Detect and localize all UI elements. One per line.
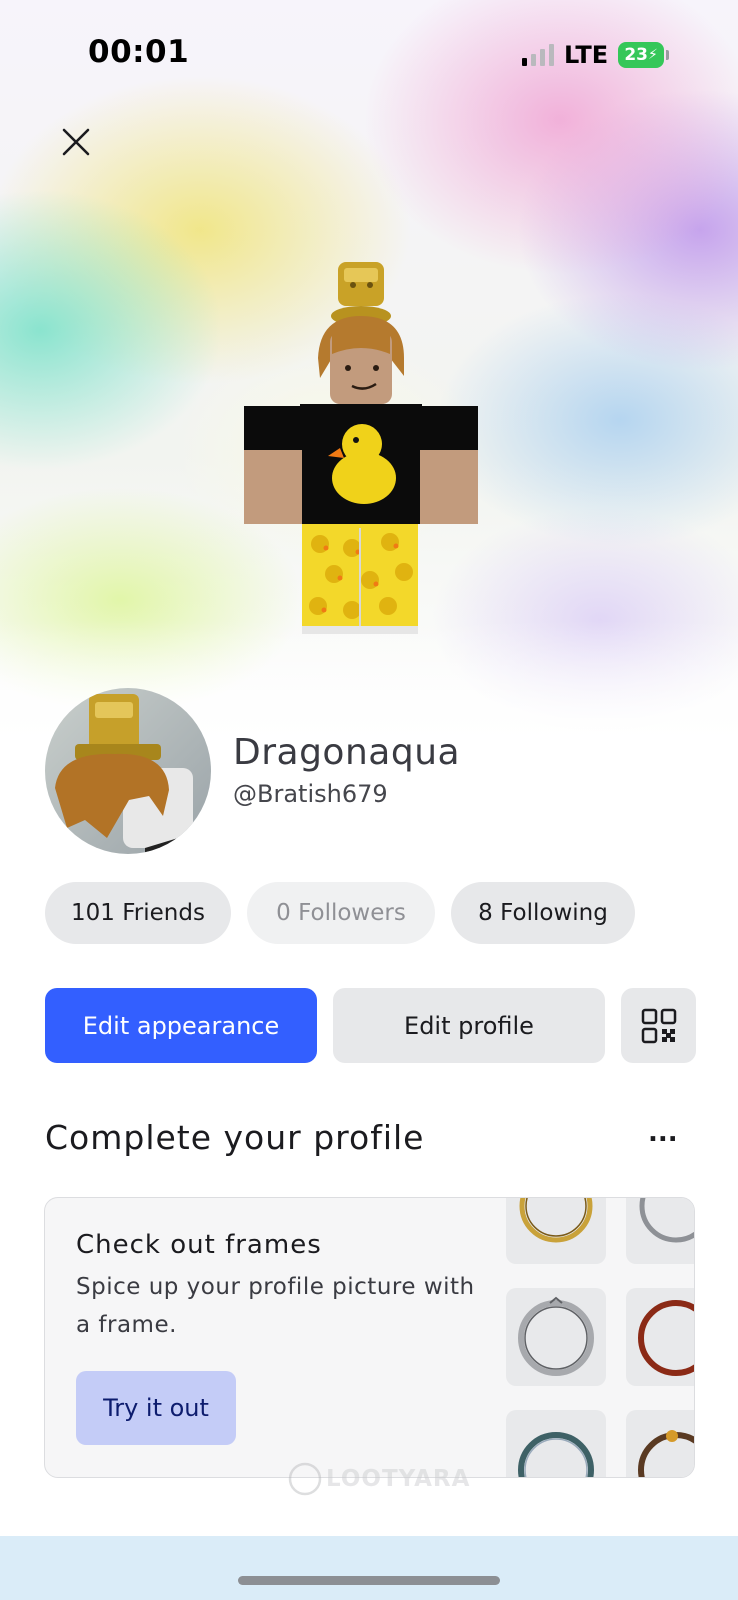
try-it-out-button[interactable]: Try it out [76, 1371, 236, 1445]
avatar[interactable] [45, 688, 211, 854]
avatar-3d-figure[interactable] [240, 258, 490, 640]
edit-appearance-button[interactable]: Edit appearance [45, 988, 317, 1063]
friends-button[interactable]: 101 Friends [45, 882, 231, 944]
frame-thumbnail [626, 1288, 694, 1386]
display-name: Dragonaqua [233, 732, 461, 773]
frame-thumbnail [506, 1288, 606, 1386]
stats-row: 101 Friends 0 Followers 8 Following [45, 882, 635, 944]
close-button[interactable] [56, 122, 96, 162]
battery-icon: 23 ⚡ [618, 42, 670, 68]
section-title-complete-profile: Complete your profile [45, 1118, 425, 1157]
watermark-logo: LOOTYARA [288, 1462, 470, 1496]
frame-thumbnail [506, 1410, 606, 1477]
profile-actions: Edit appearance Edit profile [45, 988, 696, 1063]
card-title: Check out frames [76, 1230, 322, 1260]
following-button[interactable]: 8 Following [451, 882, 635, 944]
qr-code-button[interactable] [621, 988, 696, 1063]
edit-profile-button[interactable]: Edit profile [333, 988, 605, 1063]
username: @Bratish679 [233, 780, 388, 808]
signal-icon [522, 44, 554, 66]
more-options-button[interactable]: ... [648, 1118, 678, 1148]
qr-code-icon [641, 1008, 676, 1043]
bottom-bar [0, 1536, 738, 1600]
card-description: Spice up your profile picture with a fra… [76, 1274, 475, 1338]
frames-promo-card: Check out frames Spice up your profile p… [44, 1197, 695, 1478]
watermark-text: LOOTYARA [326, 1466, 471, 1492]
close-icon [62, 128, 90, 156]
home-indicator[interactable] [238, 1576, 500, 1585]
frame-thumbnail [626, 1198, 694, 1264]
followers-button[interactable]: 0 Followers [247, 882, 435, 944]
frame-thumbnail [626, 1410, 694, 1477]
avatar-headshot-image [55, 694, 211, 854]
frame-thumbnail [506, 1198, 606, 1264]
battery-level: 23 [624, 45, 648, 65]
status-indicators: LTE 23 ⚡ [522, 40, 670, 70]
network-type: LTE [564, 41, 609, 69]
status-time: 00:01 [88, 34, 190, 70]
